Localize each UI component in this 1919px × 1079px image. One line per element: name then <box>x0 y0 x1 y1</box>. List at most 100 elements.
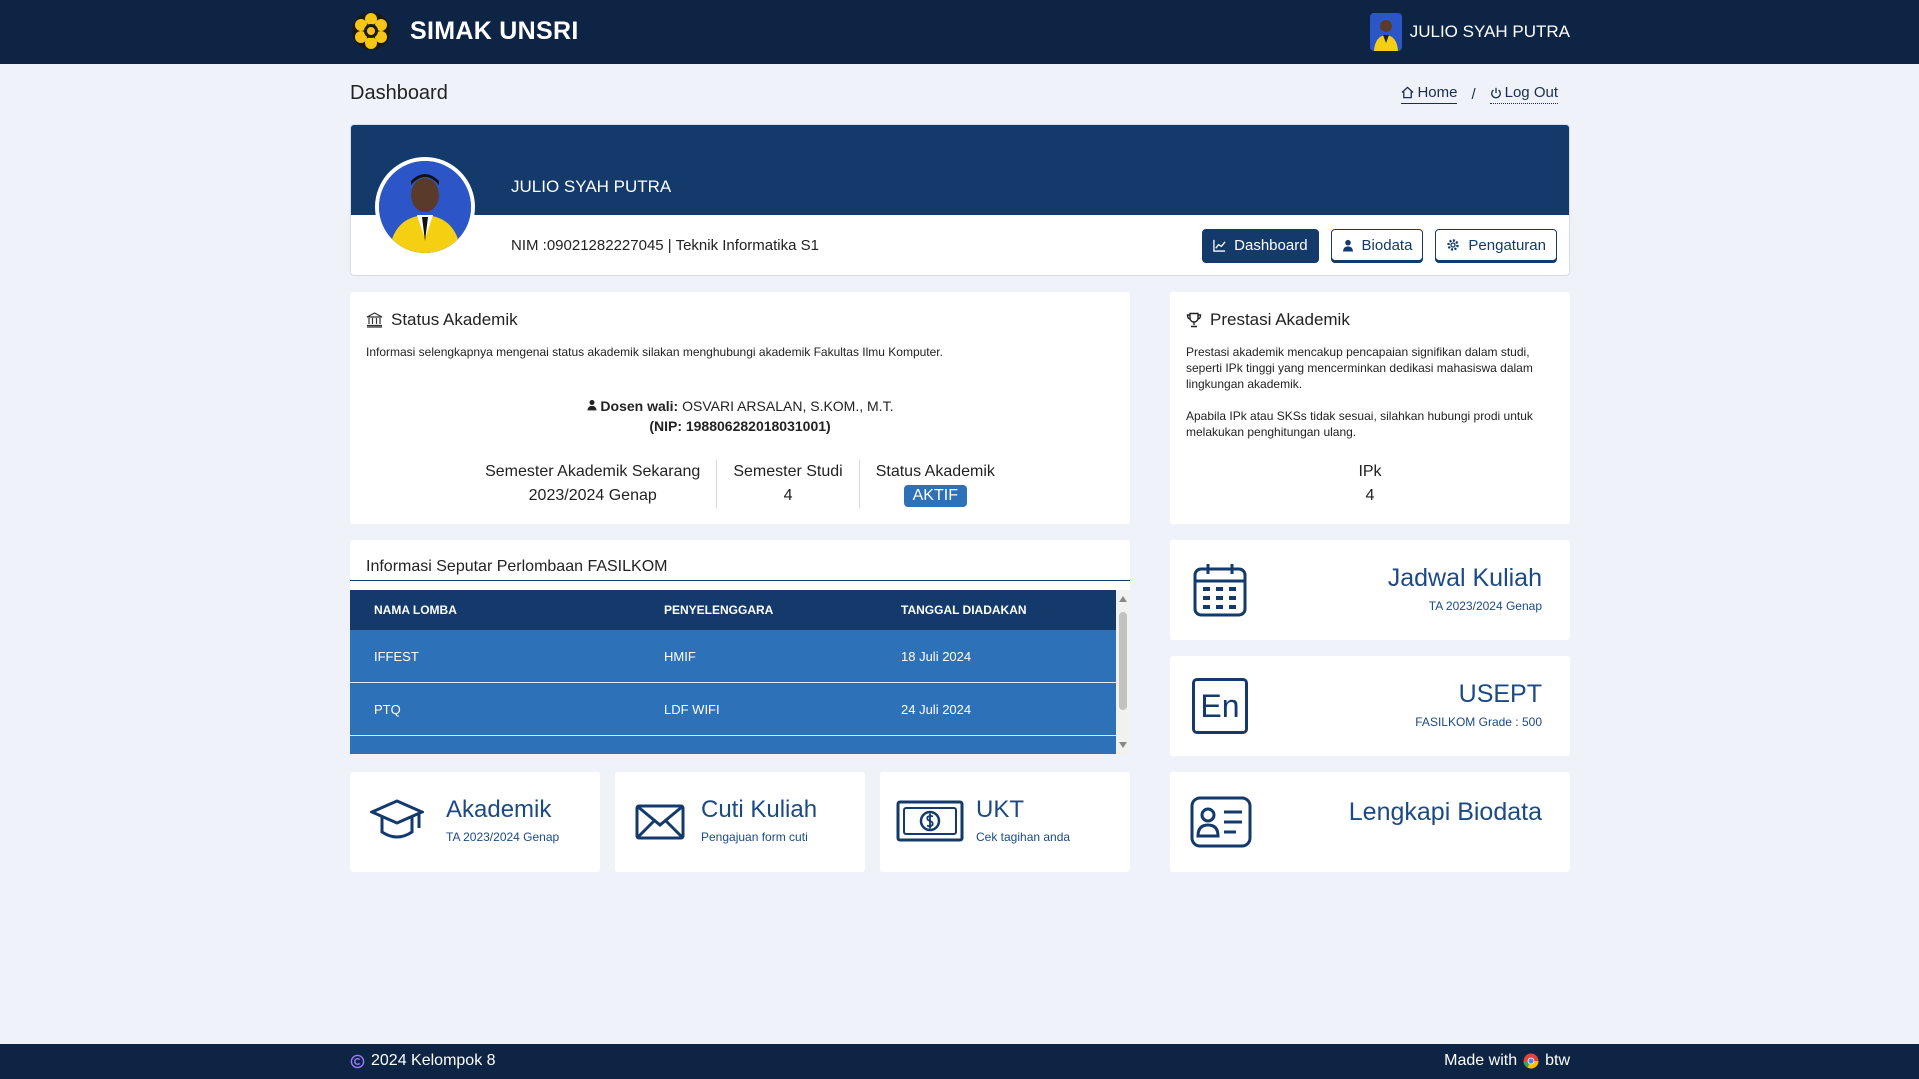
language-icon: En <box>1192 678 1248 734</box>
header-nama-lomba: NAMA LOMBA <box>374 603 457 617</box>
cell-tanggal: 18 Juli 2024 <box>901 648 972 664</box>
page-title: Dashboard <box>350 82 448 104</box>
breadcrumb-home[interactable]: Home <box>1401 84 1458 104</box>
home-icon <box>1401 86 1414 99</box>
footer: 2024 Kelompok 8 Made with btw <box>0 1044 1919 1079</box>
stat-semester-studi-label: Semester Studi <box>733 463 843 480</box>
usept-sub: FASILKOM Grade : 500 <box>1415 715 1542 729</box>
jadwal-kuliah-text: Jadwal Kuliah TA 2023/2024 Genap <box>1388 564 1542 613</box>
trophy-icon <box>1186 312 1202 328</box>
profile-photo-image <box>379 161 471 253</box>
user-menu[interactable]: JULIO SYAH PUTRA <box>1369 13 1570 51</box>
user-icon <box>1342 239 1353 252</box>
lomba-card: Informasi Seputar Perlombaan FASILKOM NA… <box>350 540 1130 754</box>
ukt-sub: Cek tagihan anda <box>976 830 1071 844</box>
copyright-icon <box>350 1054 365 1068</box>
dosen-wali-name: OSVARI ARSALAN, S.KOM., M.T. <box>678 398 894 414</box>
table-header: NAMA LOMBA PENYELENGGARA TANGGAL DIADAKA… <box>350 590 1116 630</box>
jadwal-kuliah-tile[interactable]: Jadwal Kuliah TA 2023/2024 Genap <box>1170 540 1570 640</box>
profile-photo <box>375 157 475 257</box>
dosen-wali-nip: (NIP: 198806282018031001) <box>649 418 831 434</box>
dosen-wali-label: Dosen wali: <box>600 398 679 414</box>
table-row[interactable]: IFFEST HMIF 18 Juli 2024 <box>350 630 1116 683</box>
footer-credit-prefix: Made with <box>1444 1052 1518 1069</box>
footer-credit-suffix: btw <box>1545 1052 1570 1069</box>
id-card-icon <box>1190 796 1252 848</box>
pengaturan-button[interactable]: Pengaturan <box>1435 229 1557 261</box>
dashboard-button[interactable]: Dashboard <box>1202 229 1319 261</box>
stat-semester-akademik-value: 2023/2024 Genap <box>528 487 657 504</box>
prestasi-akademik-title: Prestasi Akademik <box>1186 310 1554 330</box>
scroll-up-arrow-icon[interactable] <box>1119 596 1127 602</box>
chart-line-icon <box>1213 239 1226 252</box>
user-icon <box>586 400 597 411</box>
header-tanggal: TANGGAL DIADAKAN <box>901 603 1027 617</box>
breadcrumb-separator: / <box>1471 85 1476 103</box>
profile-name: JULIO SYAH PUTRA <box>511 177 672 196</box>
cell-nama-lomba: PTQ <box>374 701 401 717</box>
lomba-table: NAMA LOMBA PENYELENGGARA TANGGAL DIADAKA… <box>350 590 1116 754</box>
footer-copyright-text: 2024 Kelompok 8 <box>371 1052 496 1069</box>
logout-label: Log Out <box>1504 84 1558 101</box>
status-akademik-title-text: Status Akademik <box>391 310 518 329</box>
cuti-kuliah-text: Cuti Kuliah Pengajuan form cuti <box>701 796 817 844</box>
akademik-text: Akademik TA 2023/2024 Genap <box>446 796 559 844</box>
ipk-stat: IPk 4 <box>1170 460 1570 508</box>
usept-text: USEPT FASILKOM Grade : 500 <box>1415 680 1542 729</box>
language-icon-text: En <box>1200 687 1240 724</box>
status-akademik-card: Status Akademik Informasi selengkapnya m… <box>350 292 1130 524</box>
cuti-kuliah-tile[interactable]: Cuti Kuliah Pengajuan form cuti <box>615 772 865 872</box>
ukt-title: UKT <box>976 796 1024 823</box>
stat-status-akademik: Status Akademik AKTIF <box>858 460 1011 508</box>
chrome-icon <box>1523 1053 1539 1069</box>
prestasi-akademik-card: Prestasi Akademik Prestasi akademik menc… <box>1170 292 1570 524</box>
brand[interactable]: SIMAK UNSRI <box>350 10 579 52</box>
lomba-divider <box>350 580 1130 581</box>
logout-link[interactable]: Log Out <box>1489 84 1558 104</box>
jadwal-kuliah-title: Jadwal Kuliah <box>1387 564 1542 592</box>
jadwal-kuliah-sub: TA 2023/2024 Genap <box>1428 599 1542 613</box>
academic-stats: Semester Akademik Sekarang 2023/2024 Gen… <box>350 460 1130 508</box>
cell-tanggal: 24 Juli 2024 <box>901 701 972 717</box>
scroll-down-arrow-icon[interactable] <box>1119 742 1127 748</box>
profile-actions: Dashboard Biodata Pengaturan <box>1202 229 1557 261</box>
profile-card: JULIO SYAH PUTRA NIM :09021282227045 | T… <box>350 124 1570 276</box>
stat-semester-studi-value: 4 <box>783 487 793 504</box>
akademik-sub: TA 2023/2024 Genap <box>446 830 560 844</box>
stat-semester-akademik: Semester Akademik Sekarang 2023/2024 Gen… <box>469 460 716 508</box>
akademik-title: Akademik <box>446 796 552 823</box>
ukt-tile[interactable]: UKT Cek tagihan anda <box>880 772 1130 872</box>
table-scrollbar[interactable] <box>1116 590 1130 754</box>
money-bill-icon <box>896 800 964 842</box>
lengkapi-biodata-tile[interactable]: Lengkapi Biodata <box>1170 772 1570 872</box>
brand-name: SIMAK UNSRI <box>410 16 579 45</box>
prestasi-desc-2: Apabila IPk atau SKSs tidak sesuai, sila… <box>1186 409 1533 439</box>
akademik-tile[interactable]: Akademik TA 2023/2024 Genap <box>350 772 600 872</box>
biodata-button-label: Biodata <box>1361 236 1413 254</box>
scroll-thumb[interactable] <box>1119 612 1127 710</box>
biodata-button[interactable]: Biodata <box>1330 229 1424 261</box>
prestasi-desc-1: Prestasi akademik mencakup pencapaian si… <box>1186 345 1533 391</box>
footer-copyright: 2024 Kelompok 8 <box>350 1052 496 1070</box>
top-navbar: SIMAK UNSRI JULIO SYAH PUTRA <box>0 0 1919 64</box>
status-akademik-title: Status Akademik <box>366 310 1114 330</box>
ukt-text: UKT Cek tagihan anda <box>976 796 1070 844</box>
usept-tile[interactable]: En USEPT FASILKOM Grade : 500 <box>1170 656 1570 756</box>
status-badge: AKTIF <box>903 485 967 507</box>
cuti-kuliah-title: Cuti Kuliah <box>701 796 818 823</box>
stat-semester-studi: Semester Studi 4 <box>716 460 858 508</box>
power-icon <box>1490 87 1501 98</box>
cell-nama-lomba: IFFEST <box>374 648 419 664</box>
avatar <box>1369 13 1402 51</box>
profile-banner <box>351 125 1569 215</box>
breadcrumb-home-label: Home <box>1417 84 1458 101</box>
status-info: Informasi selengkapnya mengenai status a… <box>366 345 943 359</box>
lengkapi-biodata-title: Lengkapi Biodata <box>1348 798 1542 826</box>
usept-title: USEPT <box>1458 680 1542 708</box>
cuti-kuliah-sub: Pengajuan form cuti <box>701 830 808 844</box>
user-name: JULIO SYAH PUTRA <box>1409 22 1570 41</box>
profile-meta: NIM :09021282227045 | Teknik Informatika… <box>511 237 819 254</box>
table-row[interactable]: PTQ LDF WIFI 24 Juli 2024 <box>350 683 1116 736</box>
envelope-icon <box>635 804 685 840</box>
ipk-value: 4 <box>1365 487 1375 504</box>
